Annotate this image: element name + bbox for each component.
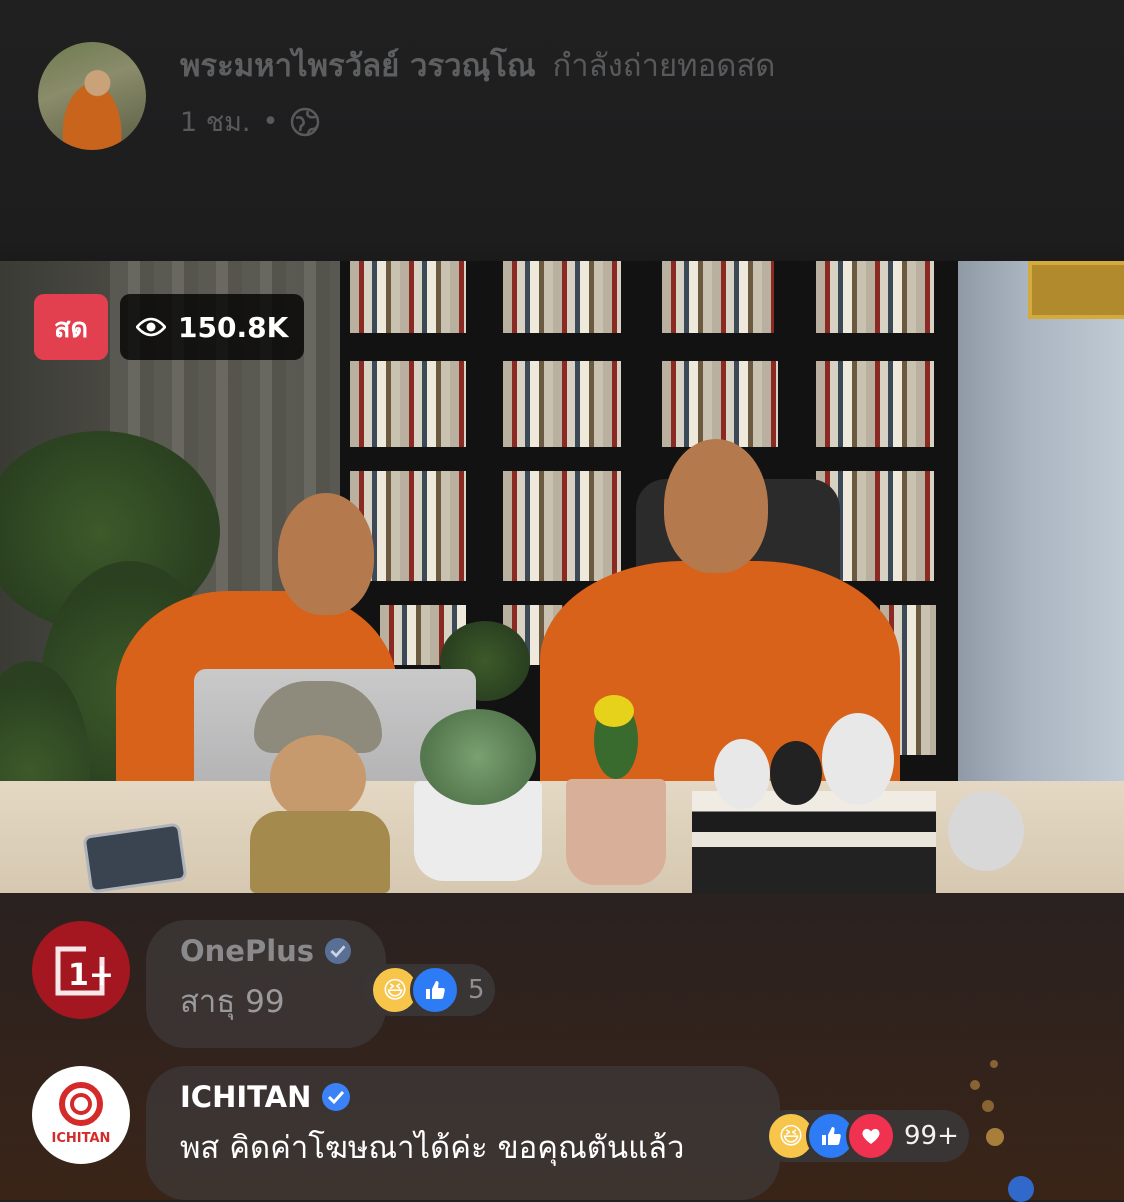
svg-text:ICHITAN: ICHITAN: [52, 1131, 111, 1146]
floating-reaction-icon: [990, 1060, 998, 1068]
love-reaction-icon: [846, 1111, 896, 1161]
video-scene-frame: [1028, 261, 1124, 319]
viewer-count: 150.8K: [178, 310, 289, 344]
reaction-count: 5: [468, 975, 485, 1005]
live-badge: สด: [34, 294, 108, 360]
ichitan-avatar[interactable]: ICHITAN: [32, 1066, 130, 1164]
author-avatar[interactable]: [38, 42, 146, 150]
eye-icon: [136, 317, 166, 337]
video-scene-doll: [240, 681, 400, 893]
video-scene-desk-books: [692, 791, 936, 893]
post-header-title: พระมหาไพรวัลย์ วรวณฺโณ กำลังถ่ายทอดสด: [180, 40, 775, 90]
svg-text:1+: 1+: [68, 958, 114, 993]
comment-text: สาธุ 99: [180, 984, 285, 1020]
video-scene-cactus-pot-2: [566, 779, 666, 885]
comment-author[interactable]: OnePlus: [180, 934, 314, 968]
floating-reaction-icon: [982, 1100, 994, 1112]
live-status-text: กำลังถ่ายทอดสด: [552, 48, 776, 84]
oneplus-avatar[interactable]: 1+: [32, 921, 130, 1019]
comment-author-row: OnePlus: [180, 934, 352, 968]
oneplus-logo-icon: 1+: [55, 943, 114, 996]
ichitan-logo-icon: ICHITAN: [52, 1082, 111, 1146]
comment-bubble[interactable]: OnePlus สาธุ 99: [146, 920, 386, 1048]
post-meta: 1 ชม. •: [180, 100, 320, 143]
comment-reactions[interactable]: 😆 99+: [760, 1110, 969, 1162]
comment-bubble[interactable]: ICHITAN พส คิดค่าโฆษณาได้ค่ะ ขอคุณตันแล้…: [146, 1066, 780, 1200]
floating-reaction-icon: [970, 1080, 980, 1090]
globe-icon: [291, 107, 320, 136]
floating-reaction-icon: [986, 1128, 1004, 1146]
video-scene-sheep: [714, 739, 770, 809]
comment-reactions[interactable]: 😆 5: [364, 964, 495, 1016]
viewer-count-badge: 150.8K: [120, 294, 305, 360]
comment-author-row: ICHITAN: [180, 1080, 746, 1114]
meta-separator: •: [262, 106, 279, 137]
comment-author[interactable]: ICHITAN: [180, 1080, 311, 1114]
floating-like-icon: [1008, 1176, 1034, 1202]
verified-badge-icon: [322, 1083, 351, 1111]
verified-badge-icon: [325, 937, 352, 965]
reaction-count: 99+: [904, 1121, 959, 1151]
post-time[interactable]: 1 ชม.: [180, 100, 250, 143]
author-name[interactable]: พระมหาไพรวัลย์ วรวณฺโณ: [180, 48, 536, 84]
comment-text: พส คิดค่าโฆษณาได้ค่ะ ขอคุณตันแล้ว: [180, 1130, 685, 1166]
like-reaction-icon: [410, 965, 460, 1015]
